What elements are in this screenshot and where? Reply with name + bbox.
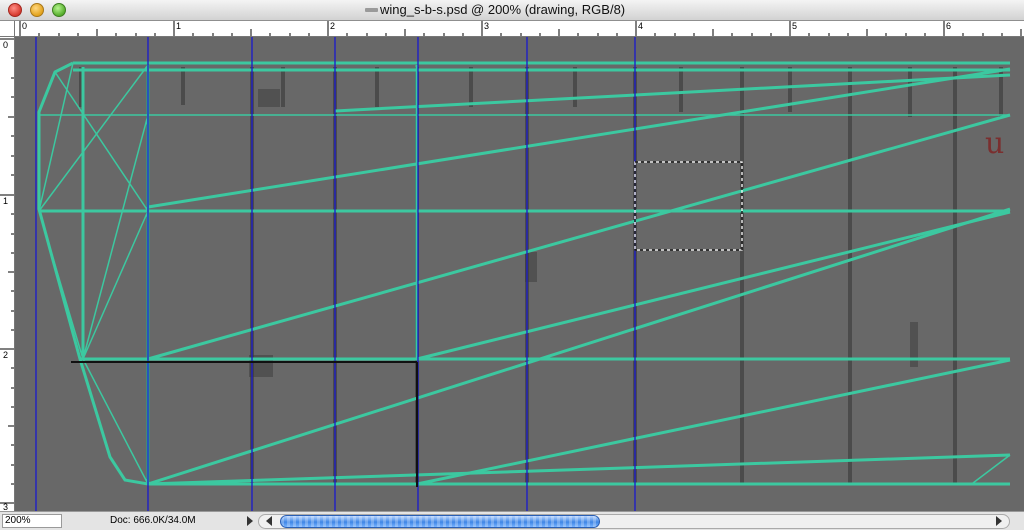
vruler-label-1: 1 — [3, 196, 9, 206]
wing-drawing: u — [35, 37, 1011, 511]
status-bar: 200% Doc: 666.0K/34.0M — [0, 511, 1024, 530]
window-title: wing_s-b-s.psd @ 200% (drawing, RGB/8) — [380, 2, 626, 17]
close-button[interactable] — [8, 3, 22, 17]
ruler-label-6: 6 — [946, 21, 952, 31]
scroll-right-arrow-icon[interactable] — [996, 516, 1002, 526]
ruler-label-4: 4 — [638, 21, 644, 31]
minimize-button[interactable] — [30, 3, 44, 17]
vertical-ruler-ticks — [0, 38, 14, 504]
status-menu-arrow-icon[interactable] — [247, 516, 253, 526]
horizontal-ruler[interactable]: 0 1 2 3 4 5 6 — [15, 21, 1024, 37]
vruler-label-2: 2 — [3, 350, 9, 360]
document-canvas[interactable]: u — [15, 37, 1024, 511]
scrollbar-thumb[interactable] — [280, 515, 600, 528]
ruler-label-0: 0 — [22, 21, 28, 31]
document-size-info[interactable]: Doc: 666.0K/34.0M — [110, 515, 196, 526]
vertical-ruler[interactable]: 0 1 2 3 — [0, 37, 15, 512]
ruler-label-1: 1 — [176, 21, 182, 31]
title-bar[interactable]: wing_s-b-s.psd @ 200% (drawing, RGB/8) — [0, 0, 1024, 21]
scan-smudges — [249, 89, 918, 377]
ruler-label-5: 5 — [792, 21, 798, 31]
zoom-button[interactable] — [52, 3, 66, 17]
construction-lines — [71, 361, 418, 487]
vruler-label-0: 0 — [3, 40, 9, 50]
scroll-left-arrow-icon[interactable] — [266, 516, 272, 526]
horizontal-ruler-ticks — [19, 21, 1022, 36]
scan-marking-text: u — [985, 126, 1004, 161]
ruler-origin[interactable] — [0, 21, 15, 37]
wing-wireframe-thin — [38, 62, 1011, 485]
zoom-level-field[interactable]: 200% — [2, 514, 62, 528]
ruler-label-2: 2 — [330, 21, 336, 31]
ruler-label-3: 3 — [484, 21, 490, 31]
scanned-ribs — [79, 65, 1003, 485]
wing-wireframe — [37, 61, 1011, 486]
document-proxy-icon[interactable] — [365, 8, 378, 12]
